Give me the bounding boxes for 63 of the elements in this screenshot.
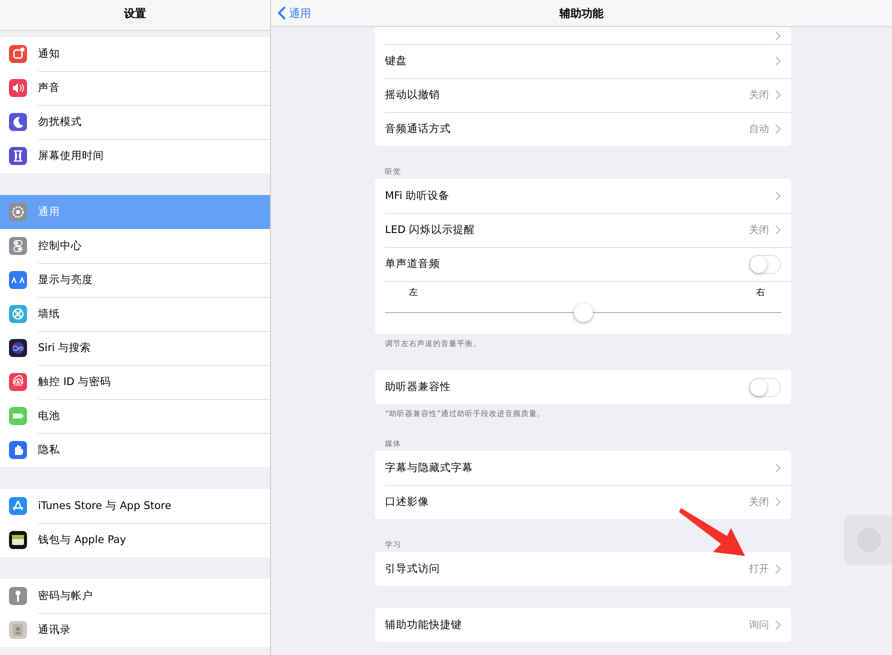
slider-label: 左 [409, 287, 418, 299]
row-label: 口述影像 [385, 495, 430, 509]
sidebar-item[interactable]: 声音 [0, 71, 270, 105]
back-chevron-icon [278, 6, 286, 20]
sidebar-item[interactable]: 显示与亮度 [0, 263, 270, 297]
sidebar-item[interactable]: Siri 与搜索 [0, 331, 270, 365]
slider-thumb[interactable] [574, 303, 593, 322]
row-label: 字幕与隐藏式字幕 [385, 461, 474, 475]
sidebar-item[interactable]: 电池 [0, 399, 270, 433]
row-value: 关闭 [749, 224, 769, 237]
settings-row[interactable]: 口述影像 关闭 [375, 485, 791, 519]
sidebar-item[interactable]: 控制中心 [0, 229, 270, 263]
sidebar-item[interactable]: 通讯录 [0, 613, 270, 647]
row-label: MFi 助听设备 [385, 189, 451, 203]
settings-row[interactable]: 字幕与隐藏式字幕 [375, 451, 791, 485]
settings-row[interactable]: 摇动以撤销 关闭 [375, 78, 791, 112]
sidebar-item[interactable]: 钱包与 Apple Pay [0, 523, 270, 557]
row-label: 引导式访问 [385, 562, 441, 576]
sidebar-item[interactable]: 通知 [0, 37, 270, 71]
row-label: LED 闪烁以示提醒 [385, 223, 476, 237]
page-title: 辅助功能 [558, 6, 604, 20]
settings-row[interactable]: 键盘 [375, 44, 791, 78]
row-value: 关闭 [749, 88, 769, 102]
row-value: 关闭 [749, 496, 769, 509]
sidebar-item[interactable]: 屏幕使用时间 [0, 139, 270, 173]
chevron-icon [775, 564, 781, 574]
row-label: 单声道音频 [385, 257, 441, 271]
row-value: 打开 [749, 562, 769, 576]
row-value: 询问 [749, 619, 769, 632]
row-label: 辅助功能快捷键 [385, 618, 463, 632]
sidebar-item[interactable]: iTunes Store 与 App Store [0, 489, 270, 523]
sidebar-item[interactable]: 隐私 [0, 433, 270, 467]
slider-label: 右 [756, 287, 765, 299]
back-button[interactable]: 通用 [271, 6, 311, 20]
sidebar-item[interactable]: 勿扰模式 [0, 105, 270, 139]
chevron-icon [775, 497, 781, 507]
chevron-icon [775, 56, 781, 66]
settings-row[interactable]: LED 闪烁以示提醒 关闭 [375, 213, 791, 247]
settings-row[interactable]: 引导式访问 打开 [375, 552, 791, 586]
balance-slider[interactable] [385, 303, 781, 322]
row-label: 摇动以撤销 [385, 88, 441, 102]
chevron-icon [775, 225, 781, 235]
assistive-touch-button[interactable] [844, 515, 892, 565]
sidebar-item[interactable]: 触控 ID 与密码 [0, 365, 270, 399]
sidebar-item[interactable]: 密码与帐户 [0, 579, 270, 613]
toggle-switch[interactable] [749, 254, 781, 274]
arrow-annotation [677, 508, 747, 558]
settings-row[interactable]: MFi 助听设备 [375, 179, 791, 213]
row-label: 助听器兼容性 [385, 380, 452, 394]
chevron-icon [775, 463, 781, 473]
chevron-icon [775, 124, 781, 134]
toggle-switch[interactable] [749, 378, 781, 396]
chevron-icon [775, 90, 781, 100]
row-label: 音频通话方式 [385, 122, 452, 136]
sidebar-title: 设置 [0, 0, 270, 31]
settings-row[interactable]: 辅助功能快捷键 询问 [375, 608, 791, 642]
chevron-icon [775, 30, 781, 40]
settings-row[interactable]: 音频通话方式 自动 [375, 112, 791, 146]
row-label: 键盘 [385, 54, 408, 68]
row-value: 自动 [749, 123, 769, 136]
chevron-icon [775, 620, 781, 630]
sidebar-item[interactable]: 墙纸 [0, 297, 270, 331]
chevron-icon [775, 191, 781, 201]
